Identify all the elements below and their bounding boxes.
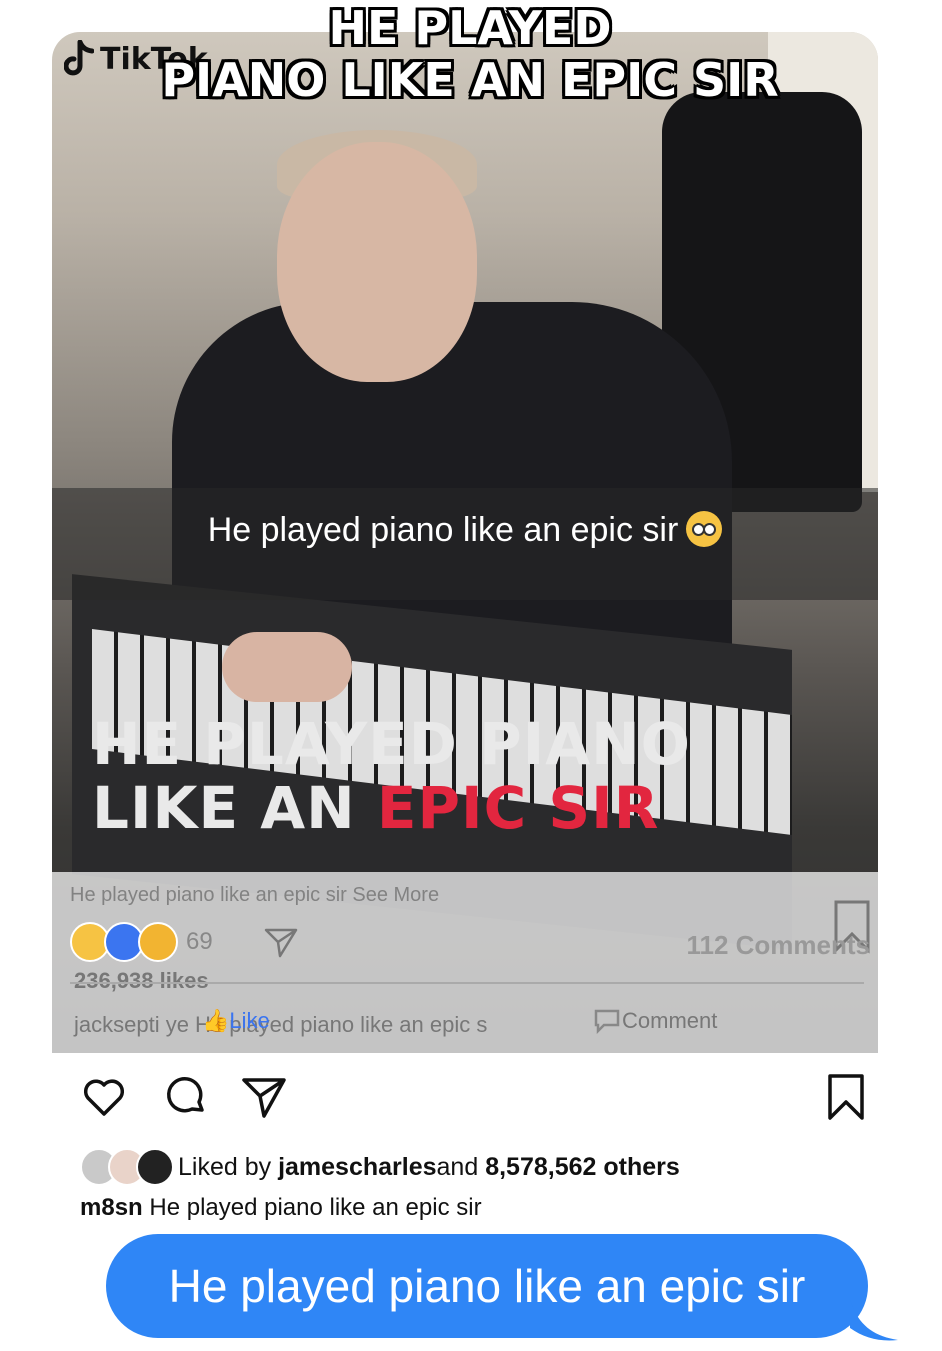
reaction-count: 69 [186,928,213,955]
meme-title-line2: PIANO LIKE AN EPIC SIR [161,53,779,107]
caption-text: He played piano like an epic sir [142,1194,482,1221]
caption-username[interactable]: m8sn [80,1194,143,1221]
post-caption: m8sn He played piano like an epic sir [80,1194,482,1222]
overlay-divider [70,982,864,984]
video-frame[interactable]: He played piano like an epic sir HE PLAY… [52,32,878,1053]
meme-title-line1: HE PLAYED [328,1,612,55]
liker-avatars [80,1148,174,1186]
liked-by-prefix: Liked by [178,1152,272,1181]
overlay-likes-count: 236,938 likes [74,968,209,993]
meme-title: HE PLAYED PIANO LIKE AN EPIC SIR [140,2,800,106]
speech-bubble-icon [594,1009,620,1034]
overlay-comment-preview: jacksepti ye He played piano like an epi… [74,1012,488,1037]
person-head [277,142,477,382]
overlay-title: HE PLAYED PIANO LIKE AN EPIC SIR [92,712,852,840]
overlay-like-button[interactable]: 👍Like [202,1008,270,1034]
message-bubble-tail [850,1300,898,1341]
share-icon[interactable] [240,1072,288,1120]
message-text: He played piano like an epic sir [168,1260,806,1312]
overlay-post-caption: He played piano like an epic sir See Mor… [70,884,440,906]
overlay-send-icon[interactable] [264,926,298,960]
liked-by-middle: and [436,1152,479,1181]
heart-icon[interactable] [80,1072,128,1120]
overlay-title-red: EPIC SIR [376,774,660,842]
avatar [136,1148,174,1186]
overlay-title-white: LIKE AN [92,774,377,842]
liked-by-row[interactable]: Liked by jamescharles and 8,578,562 othe… [80,1148,680,1186]
instagram-action-bar [80,1072,870,1128]
overlay-title-line2: LIKE AN EPIC SIR [92,776,852,840]
thumbs-up-icon: 👍 [202,1008,230,1033]
tiktok-note-icon [64,40,94,76]
bookmark-icon[interactable] [822,1072,870,1120]
comment-icon[interactable] [162,1072,210,1120]
overlay-comment-count[interactable]: 112 Comments [686,930,870,961]
liked-by-user[interactable]: jamescharles [278,1153,436,1182]
overlay-title-line1: HE PLAYED PIANO [92,710,691,778]
person-hand [222,632,352,702]
overlay-comment-label: Comment [622,1008,718,1033]
reaction-summary[interactable]: 69 [70,922,213,962]
snap-caption-text: He played piano like an epic sir [207,511,679,549]
flushed-face-icon [686,511,723,547]
wow-reaction-icon [138,922,178,962]
overlay-comment-button[interactable]: Comment [592,1008,717,1034]
overlay-like-label: Like [229,1008,270,1033]
liked-by-others[interactable]: 8,578,562 others [485,1153,680,1182]
message-bubble: He played piano like an epic sir [106,1234,868,1338]
snap-caption: He played piano like an epic sir [52,502,878,558]
